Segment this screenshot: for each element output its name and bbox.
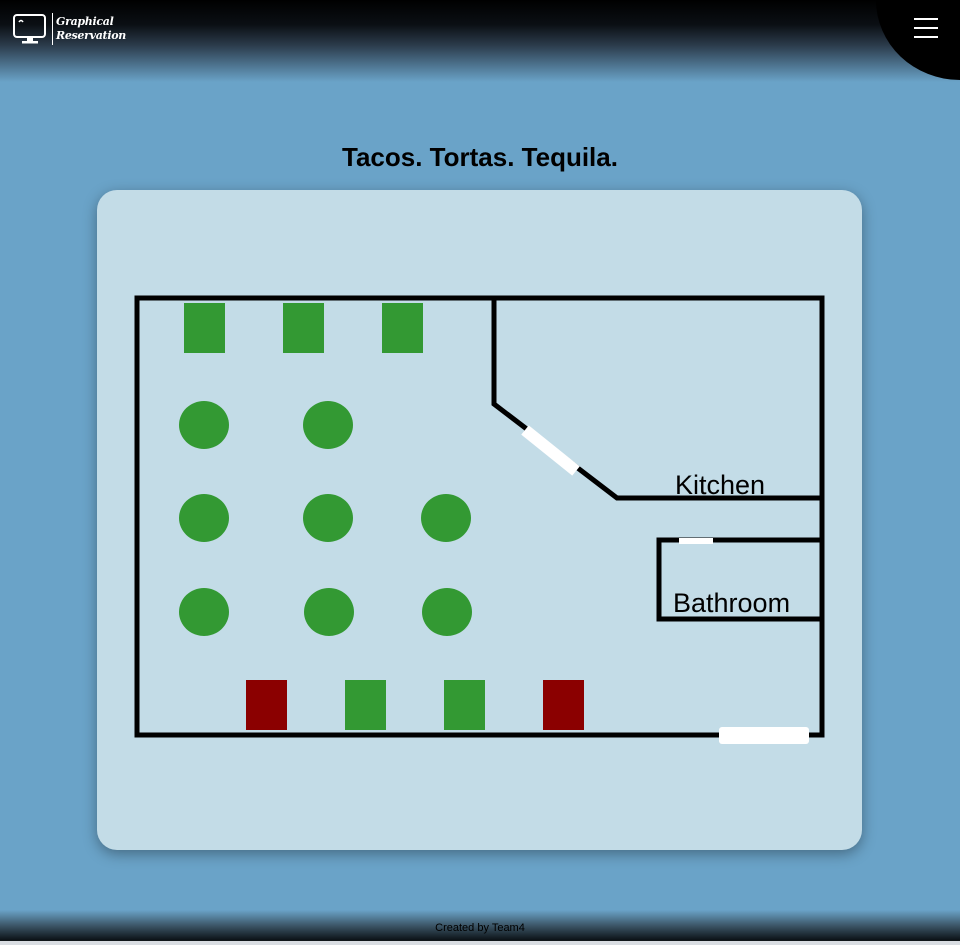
tables — [179, 303, 584, 730]
table-t12-reserved[interactable] — [246, 680, 287, 730]
floor-plan: Kitchen Bathroom — [134, 295, 825, 744]
table-t15-reserved[interactable] — [543, 680, 584, 730]
footer-strip — [0, 941, 960, 945]
table-t8-available[interactable] — [421, 494, 471, 542]
menu-bar-top — [914, 18, 938, 20]
footer: Created by Team4 — [0, 910, 960, 945]
kitchen-label: Kitchen — [675, 470, 765, 500]
table-t14-available[interactable] — [444, 680, 485, 730]
menu-bar-middle — [914, 27, 938, 29]
logo-line-2: Reservation — [56, 29, 126, 42]
hamburger-menu-icon[interactable] — [914, 18, 940, 40]
floor-plan-panel: Kitchen Bathroom — [97, 190, 862, 850]
table-t2-available[interactable] — [283, 303, 324, 353]
table-t11-available[interactable] — [422, 588, 472, 636]
entrance-door — [719, 727, 809, 744]
logo-divider — [52, 13, 53, 45]
page-title: Tacos. Tortas. Tequila. — [342, 142, 618, 172]
walls — [134, 295, 825, 738]
table-t7-available[interactable] — [303, 494, 353, 542]
table-t5-available[interactable] — [303, 401, 353, 449]
menu-corner — [876, 0, 960, 80]
footer-credit: Created by Team4 — [435, 922, 525, 934]
app-header: Graphical Reservation — [0, 0, 960, 82]
table-t13-available[interactable] — [345, 680, 386, 730]
menu-bar-bottom — [914, 36, 938, 38]
logo-text: Graphical Reservation — [56, 15, 126, 43]
table-t10-available[interactable] — [304, 588, 354, 636]
outer-wall — [134, 295, 825, 738]
table-t3-available[interactable] — [382, 303, 423, 353]
kitchen-door — [521, 425, 580, 476]
table-t6-available[interactable] — [179, 494, 229, 542]
bathroom-label: Bathroom — [673, 588, 790, 618]
logo-line-1: Graphical — [56, 15, 114, 28]
monitor-icon — [13, 14, 46, 44]
table-t4-available[interactable] — [179, 401, 229, 449]
app-logo[interactable]: Graphical Reservation — [12, 12, 126, 46]
kitchen-wall — [491, 298, 822, 501]
table-t1-available[interactable] — [184, 303, 225, 353]
table-t9-available[interactable] — [179, 588, 229, 636]
